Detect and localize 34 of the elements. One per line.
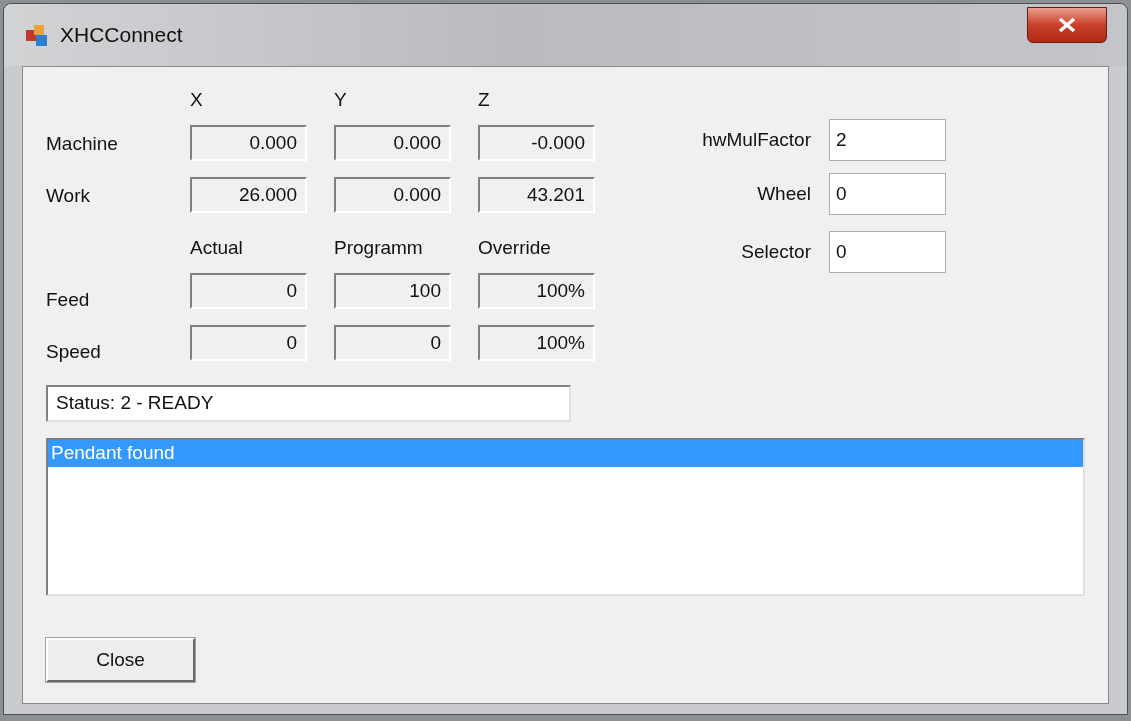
row-label: Speed — [46, 342, 101, 361]
close-dialog-button[interactable]: Close — [46, 638, 195, 682]
row-label: Work — [46, 185, 90, 205]
column-label: Override — [478, 238, 551, 257]
column-label: X — [190, 90, 203, 109]
readout-field: 0.000 — [190, 125, 307, 161]
field-label: Wheel — [756, 181, 811, 206]
readout-field: 26.000 — [190, 177, 307, 213]
app-icon — [24, 22, 50, 48]
readout-field: -0.000 — [478, 125, 595, 161]
input-field[interactable]: 0 — [829, 231, 946, 273]
close-button[interactable] — [1027, 7, 1107, 43]
readout-field: 100 — [334, 273, 451, 309]
field-label: hwMulFactor — [701, 127, 811, 152]
input-field[interactable]: 0 — [829, 173, 946, 215]
column-label: Z — [478, 90, 490, 109]
readout-field: 0 — [190, 273, 307, 309]
readout-field: 0.000 — [334, 125, 451, 161]
readout-field: 43.201 — [478, 177, 595, 213]
input-field[interactable]: 2 — [829, 119, 946, 161]
readout-field: 0 — [334, 325, 451, 361]
field-label: Selector — [740, 239, 811, 264]
readout-field: 0 — [190, 325, 307, 361]
readout-field: 100% — [478, 325, 595, 361]
column-label: Actual — [190, 238, 243, 257]
column-label: Programm — [334, 238, 423, 257]
row-label: Machine — [46, 133, 118, 153]
status-field: Status: 2 - READY — [46, 385, 571, 422]
readout-field: 100% — [478, 273, 595, 309]
close-icon — [1058, 17, 1076, 33]
window-title: XHCConnect — [60, 22, 183, 49]
row-label: Feed — [46, 290, 90, 309]
column-label: Y — [334, 90, 347, 109]
readout-field: 0.000 — [334, 177, 451, 213]
